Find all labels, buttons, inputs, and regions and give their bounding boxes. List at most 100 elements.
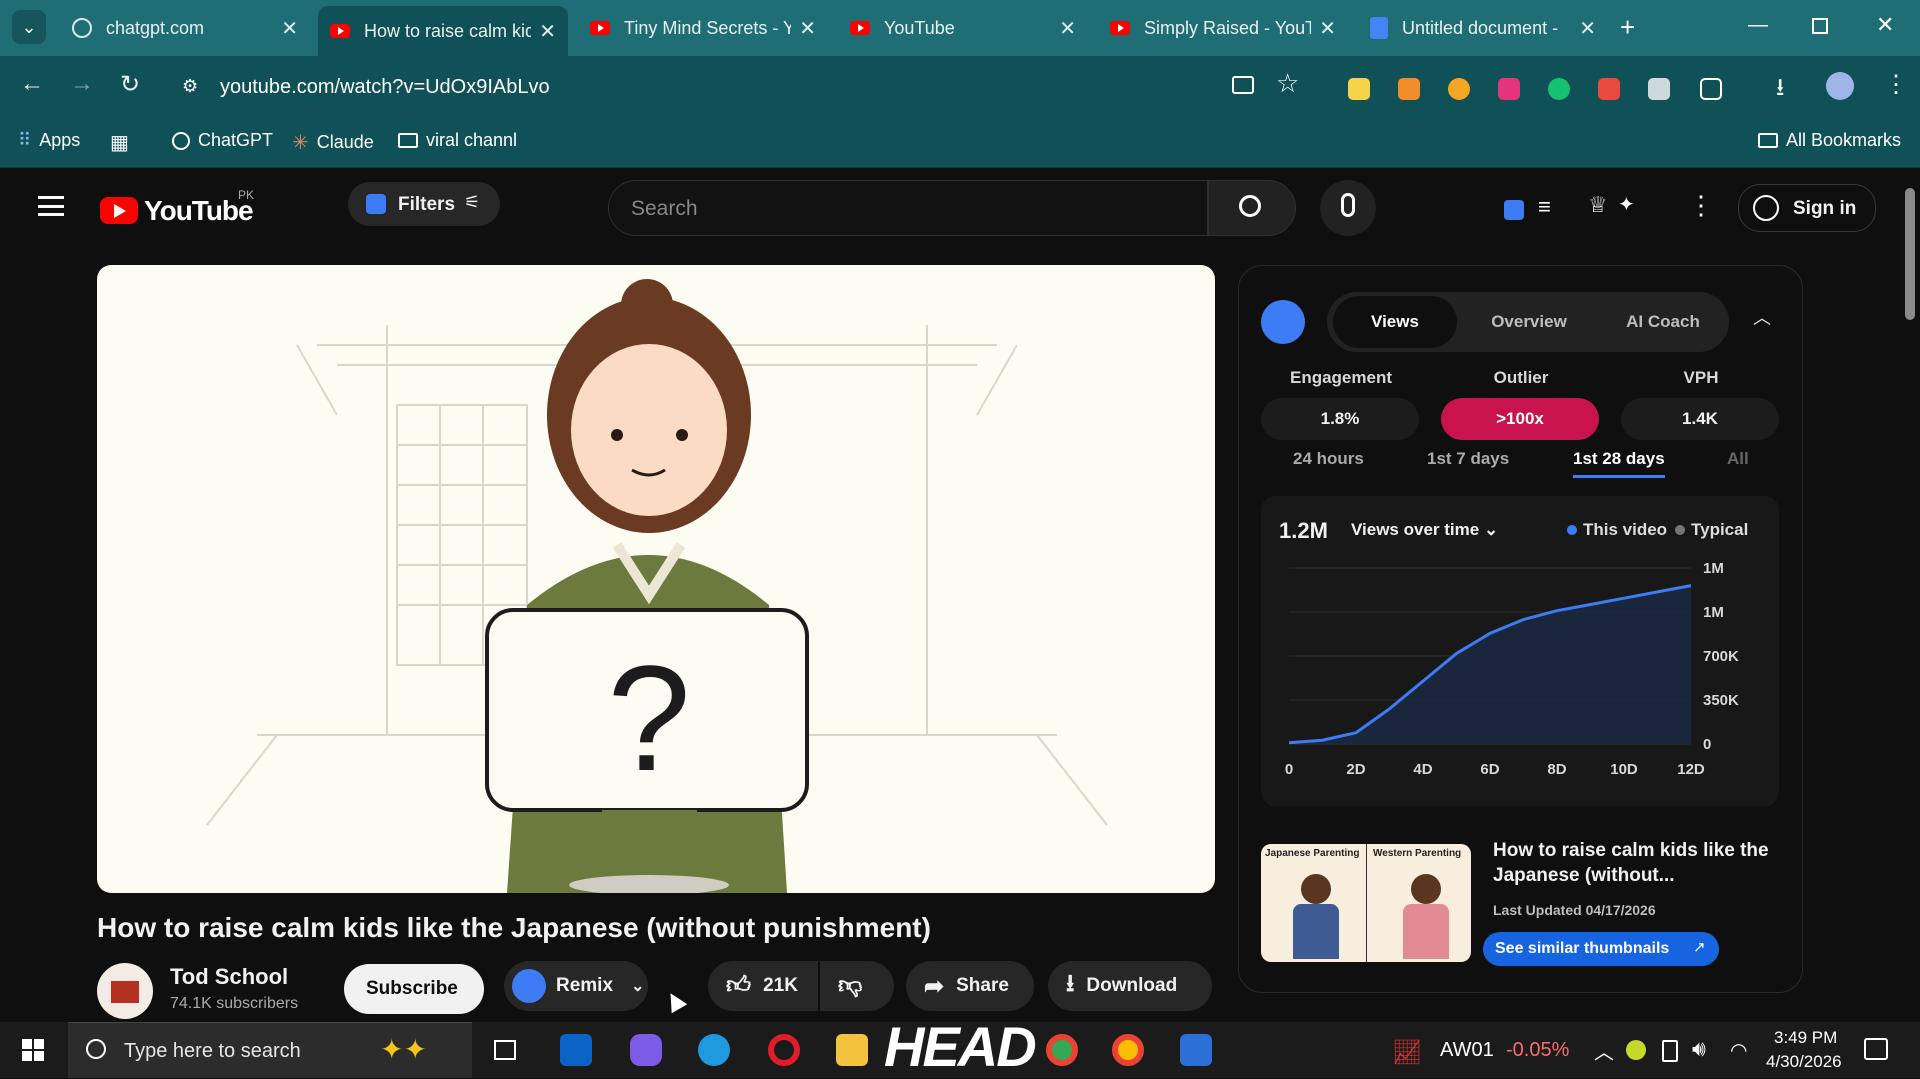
edge-icon[interactable]	[698, 1034, 730, 1066]
trophy-icon[interactable]: ♕	[1588, 192, 1608, 218]
bookmark-folder-viral[interactable]: viral channl	[398, 130, 517, 151]
similar-video-title[interactable]: How to raise calm kids like the Japanese…	[1493, 838, 1789, 888]
taskbar-search-box[interactable]: Type here to search ✦✦	[68, 1022, 472, 1078]
close-window-icon[interactable]: ✕	[1876, 12, 1894, 38]
tab-chatgpt[interactable]: chatgpt.com ✕	[60, 6, 310, 50]
tray-app-icon[interactable]	[1626, 1040, 1646, 1060]
browser-menu-icon[interactable]: ⋮	[1884, 70, 1908, 99]
bookmark-chatgpt[interactable]: ChatGPT	[172, 130, 273, 151]
close-icon[interactable]: ✕	[281, 16, 298, 41]
like-button[interactable]: 👍︎ 21K	[708, 961, 818, 1011]
extension-grammar-icon[interactable]	[1548, 78, 1570, 100]
chevron-down-icon[interactable]: ⌄	[631, 976, 644, 996]
battery-icon[interactable]	[1662, 1040, 1678, 1062]
tab-tiny-mind[interactable]: Tiny Mind Secrets - Y ✕	[578, 6, 828, 50]
extension-save-icon[interactable]	[1598, 78, 1620, 100]
notification-center-icon[interactable]	[1864, 1038, 1888, 1060]
tab-untitled-document[interactable]: Untitled document - ✕	[1358, 6, 1608, 50]
voice-search-button[interactable]	[1320, 180, 1376, 236]
microsoft-store-icon[interactable]	[560, 1034, 592, 1066]
file-explorer-icon[interactable]	[836, 1034, 868, 1066]
tab-overview[interactable]: Overview	[1467, 296, 1591, 348]
extension-orange-icon[interactable]	[1398, 78, 1420, 100]
extension-shield-icon[interactable]	[1498, 78, 1520, 100]
close-icon[interactable]: ✕	[1059, 16, 1076, 41]
channel-name[interactable]: Tod School	[170, 964, 288, 990]
forward-icon[interactable]: →	[70, 70, 94, 98]
mouse-cursor-icon	[663, 989, 688, 1014]
remix-button[interactable]: Remix ⌄	[504, 961, 648, 1011]
tab-search-button[interactable]: ⌄	[12, 10, 46, 44]
remote-desktop-icon[interactable]	[1180, 1034, 1212, 1066]
search-button[interactable]	[1208, 180, 1296, 236]
extensions-puzzle-icon[interactable]	[1700, 78, 1722, 100]
collapse-icon[interactable]: ︿	[1753, 304, 1771, 330]
tab-simply-raised[interactable]: Simply Raised - YouT ✕	[1098, 6, 1348, 50]
hamburger-menu-icon[interactable]	[38, 196, 64, 216]
extension-circle-icon[interactable]	[1448, 78, 1470, 100]
iq-extension-icon[interactable]	[1504, 200, 1524, 220]
tab-views[interactable]: Views	[1333, 296, 1457, 348]
minimize-icon[interactable]: —	[1748, 14, 1768, 37]
youtube-logo-icon[interactable]	[100, 197, 138, 224]
range-24-hours[interactable]: 24 hours	[1293, 449, 1364, 469]
search-input[interactable]: Search	[608, 180, 1208, 236]
all-bookmarks[interactable]: All Bookmarks	[1758, 130, 1901, 151]
range-7-days[interactable]: 1st 7 days	[1427, 449, 1509, 469]
list-icon[interactable]: ≡	[1538, 194, 1551, 220]
filters-button[interactable]: Filters ⚟	[348, 182, 500, 226]
tab-how-to-raise[interactable]: How to raise calm kid ✕	[318, 6, 568, 56]
reload-icon[interactable]: ↻	[120, 70, 140, 99]
tray-chevron-icon[interactable]: ︿	[1594, 1036, 1614, 1065]
page-scrollbar[interactable]	[1900, 168, 1920, 1022]
channel-avatar[interactable]	[97, 963, 153, 1019]
video-player[interactable]: ?	[97, 265, 1215, 893]
subscribe-button[interactable]: Subscribe	[344, 964, 484, 1014]
tab-youtube[interactable]: YouTube ✕	[838, 6, 1088, 50]
clock-time[interactable]: 3:49 PM	[1774, 1028, 1837, 1048]
similar-thumbnail-image[interactable]: Japanese Parenting Western Parenting	[1261, 844, 1471, 962]
extension-notes-icon[interactable]	[1348, 78, 1370, 100]
more-options-icon[interactable]: ⋮	[1688, 190, 1714, 221]
bookmark-claude[interactable]: ✳ Claude	[292, 130, 374, 155]
profile-avatar[interactable]	[1826, 72, 1854, 100]
thumbs-up-icon: 👍︎	[726, 972, 751, 1000]
bookmark-star-icon[interactable]: ☆	[1276, 68, 1299, 99]
close-icon[interactable]: ✕	[1319, 16, 1336, 41]
copilot-icon[interactable]	[630, 1034, 662, 1066]
youtube-logo-text[interactable]: YouTube	[144, 195, 253, 227]
task-view-icon[interactable]	[494, 1040, 516, 1060]
tab-ai-coach[interactable]: AI Coach	[1601, 296, 1725, 348]
back-icon[interactable]: ←	[20, 70, 44, 98]
download-icon[interactable]: ⭳	[1776, 70, 1784, 111]
site-info-icon[interactable]: ⚙	[182, 76, 198, 97]
restore-icon[interactable]	[1812, 18, 1828, 34]
range-28-days[interactable]: 1st 28 days	[1573, 449, 1665, 478]
chrome-icon[interactable]	[1046, 1034, 1078, 1066]
windows-start-icon[interactable]	[22, 1039, 44, 1061]
sign-in-button[interactable]: Sign in	[1738, 184, 1876, 232]
install-app-icon[interactable]	[1232, 76, 1254, 94]
chrome-profile-icon[interactable]	[1112, 1034, 1144, 1066]
range-all[interactable]: All	[1727, 449, 1749, 469]
sparkle-icon[interactable]: ✦	[1618, 192, 1635, 217]
url-text[interactable]: youtube.com/watch?v=UdOx9IAbLvo	[220, 76, 550, 99]
close-icon[interactable]: ✕	[799, 16, 816, 41]
close-icon[interactable]: ✕	[539, 19, 556, 44]
wifi-icon[interactable]: ◠	[1730, 1038, 1747, 1063]
opera-icon[interactable]	[768, 1034, 800, 1066]
bookmark-apps[interactable]: ⠿ Apps	[18, 130, 80, 151]
close-icon[interactable]: ✕	[1579, 16, 1596, 41]
see-similar-thumbnails-button[interactable]: See similar thumbnails ↗	[1483, 932, 1719, 966]
series-area	[1289, 586, 1691, 744]
share-button[interactable]: ➦ Share	[906, 961, 1034, 1011]
download-button[interactable]: ⭳ Download	[1048, 961, 1212, 1011]
new-tab-icon[interactable]: +	[1620, 12, 1635, 43]
dislike-button[interactable]: 👎︎	[820, 961, 894, 1011]
volume-icon[interactable]: 🔊︎	[1692, 1036, 1706, 1062]
extension-screen-icon[interactable]	[1648, 78, 1670, 100]
scrollbar-thumb[interactable]	[1905, 188, 1915, 320]
tab-groups-icon[interactable]: ▦	[110, 130, 129, 155]
stock-ticker[interactable]: AW01	[1440, 1039, 1494, 1062]
clock-date[interactable]: 4/30/2026	[1766, 1052, 1842, 1072]
